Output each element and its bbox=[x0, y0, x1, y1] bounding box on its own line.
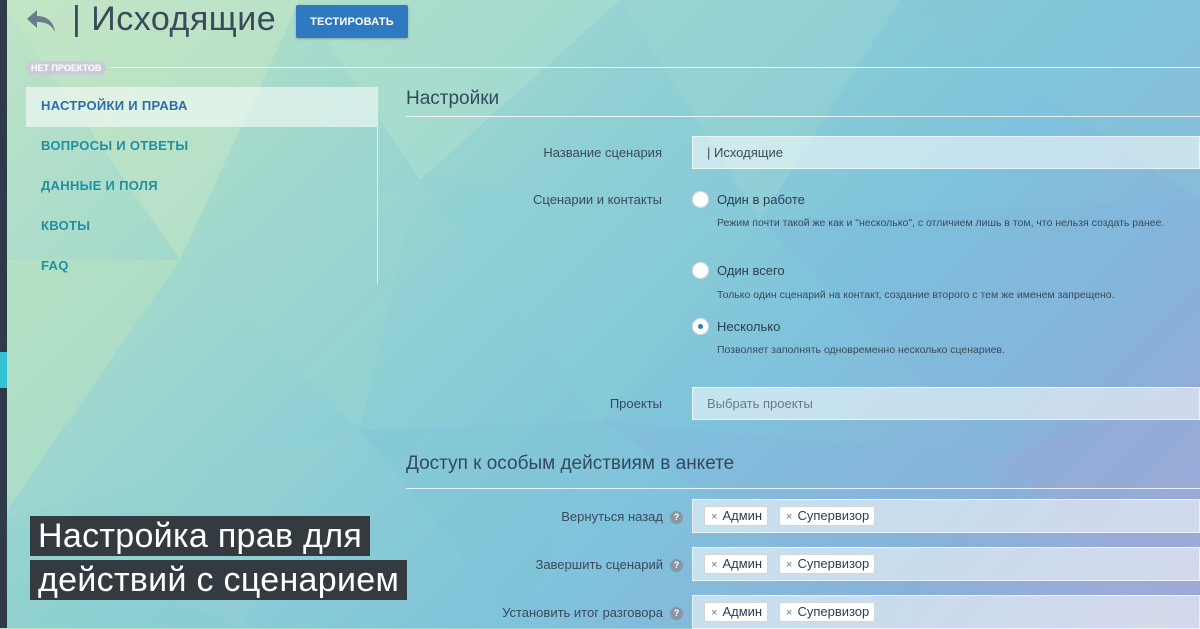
projects-select[interactable]: Выбрать проекты bbox=[692, 387, 1200, 420]
role-tag[interactable]: × Админ bbox=[704, 602, 769, 622]
remove-tag-icon[interactable]: × bbox=[711, 607, 717, 619]
role-tag[interactable]: × Супервизор bbox=[779, 506, 876, 526]
sidebar-item-quotas[interactable]: КВОТЫ bbox=[26, 207, 377, 247]
role-tag-label: Супервизор bbox=[797, 556, 870, 571]
radio-one-in-work[interactable] bbox=[692, 191, 709, 208]
remove-tag-icon[interactable]: × bbox=[711, 559, 717, 571]
access-section-title: Доступ к особым действиям в анкете bbox=[406, 453, 735, 474]
sidebar-item-settings[interactable]: НАСТРОЙКИ И ПРАВА bbox=[26, 87, 377, 127]
role-tag-label: Админ bbox=[722, 604, 763, 619]
radio-several-desc: Позволяет заполнять одновременно несколь… bbox=[717, 344, 1005, 356]
role-tag-label: Супервизор bbox=[797, 604, 870, 619]
page-title: | Исходящие bbox=[72, 0, 277, 38]
sidebar: НАСТРОЙКИ И ПРАВА ВОПРОСЫ И ОТВЕТЫ ДАННЫ… bbox=[26, 87, 378, 284]
caption-line-1: Настройка прав для bbox=[30, 516, 371, 556]
role-tag[interactable]: × Супервизор bbox=[779, 602, 876, 622]
role-tag[interactable]: × Админ bbox=[704, 554, 769, 574]
role-tag-label: Админ bbox=[722, 508, 763, 523]
scenario-name-input[interactable]: | Исходящие bbox=[692, 136, 1200, 169]
access-row-label: Установить итог разговора bbox=[502, 605, 663, 620]
sidebar-item-faq[interactable]: FAQ bbox=[26, 247, 377, 287]
help-icon[interactable]: ? bbox=[670, 559, 683, 572]
role-tag[interactable]: × Админ bbox=[704, 506, 769, 526]
sidebar-item-questions[interactable]: ВОПРОСЫ И ОТВЕТЫ bbox=[26, 127, 377, 167]
left-nav-rail-accent bbox=[0, 352, 7, 388]
access-row-label: Завершить сценарий bbox=[535, 557, 663, 572]
settings-section-title: Настройки bbox=[406, 88, 500, 109]
radio-one-total-label[interactable]: Один всего bbox=[717, 263, 785, 278]
remove-tag-icon[interactable]: × bbox=[711, 511, 717, 523]
radio-one-in-work-label[interactable]: Один в работе bbox=[717, 192, 805, 207]
go-back-roles-field[interactable]: × Админ × Супервизор bbox=[692, 499, 1200, 533]
caption-line-2: действий с сценарием bbox=[30, 560, 408, 600]
help-icon[interactable]: ? bbox=[670, 607, 683, 620]
contacts-label: Сценарии и контакты bbox=[533, 192, 662, 207]
access-section-divider bbox=[406, 488, 1200, 489]
sidebar-item-data-fields[interactable]: ДАННЫЕ И ПОЛЯ bbox=[26, 167, 377, 207]
back-arrow-icon[interactable] bbox=[24, 6, 58, 36]
help-icon[interactable]: ? bbox=[670, 511, 683, 524]
test-button[interactable]: ТЕСТИРОВАТЬ bbox=[296, 5, 408, 38]
finish-scenario-roles-field[interactable]: × Админ × Супервизор bbox=[692, 547, 1200, 581]
role-tag[interactable]: × Супервизор bbox=[779, 554, 876, 574]
remove-tag-icon[interactable]: × bbox=[786, 559, 792, 571]
header-divider bbox=[110, 67, 1200, 68]
access-row-label: Вернуться назад bbox=[561, 509, 663, 524]
call-result-roles-field[interactable]: × Админ × Супервизор bbox=[692, 595, 1200, 629]
remove-tag-icon[interactable]: × bbox=[786, 607, 792, 619]
role-tag-label: Админ bbox=[722, 556, 763, 571]
settings-section-divider bbox=[406, 116, 1200, 117]
radio-one-in-work-desc: Режим почти такой же как и "несколько", … bbox=[717, 217, 1165, 229]
scenario-name-label: Название сценария bbox=[543, 145, 662, 160]
radio-one-total[interactable] bbox=[692, 262, 709, 279]
radio-several-label[interactable]: Несколько bbox=[717, 319, 780, 334]
projects-label: Проекты bbox=[609, 396, 662, 411]
role-tag-label: Супервизор bbox=[797, 508, 870, 523]
no-projects-badge: НЕТ ПРОЕКТОВ bbox=[26, 61, 107, 75]
left-nav-rail bbox=[0, 0, 7, 628]
radio-several[interactable] bbox=[692, 318, 709, 335]
remove-tag-icon[interactable]: × bbox=[786, 511, 792, 523]
radio-one-total-desc: Только один сценарий на контакт, создани… bbox=[717, 289, 1115, 301]
